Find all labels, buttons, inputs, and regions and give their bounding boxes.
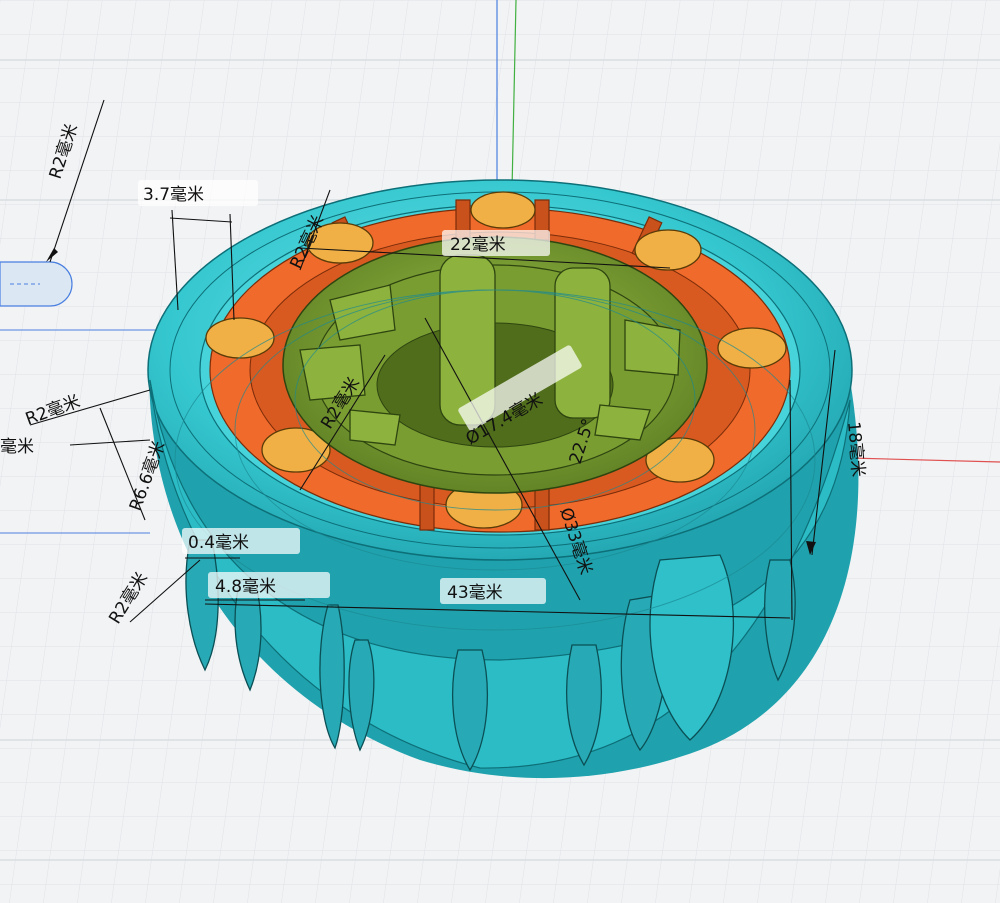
dim-0-4[interactable]: 0.4毫米 — [188, 533, 249, 553]
dim-3-7[interactable]: 3.7毫米 — [143, 185, 204, 205]
dim-4-8[interactable]: 4.8毫米 — [215, 577, 276, 597]
slot-sketch[interactable] — [0, 261, 73, 307]
cad-viewport[interactable]: R2毫米 3.7毫米 R2毫米 22毫米 R2毫米 R2毫米 毫米 R6.6毫米… — [0, 0, 1000, 903]
dim-cut-left[interactable]: 毫米 — [0, 437, 34, 457]
dim-43[interactable]: 43毫米 — [447, 583, 503, 603]
3d-scene[interactable]: R2毫米 3.7毫米 R2毫米 22毫米 R2毫米 R2毫米 毫米 R6.6毫米… — [0, 0, 1000, 903]
dim-22[interactable]: 22毫米 — [450, 235, 506, 255]
